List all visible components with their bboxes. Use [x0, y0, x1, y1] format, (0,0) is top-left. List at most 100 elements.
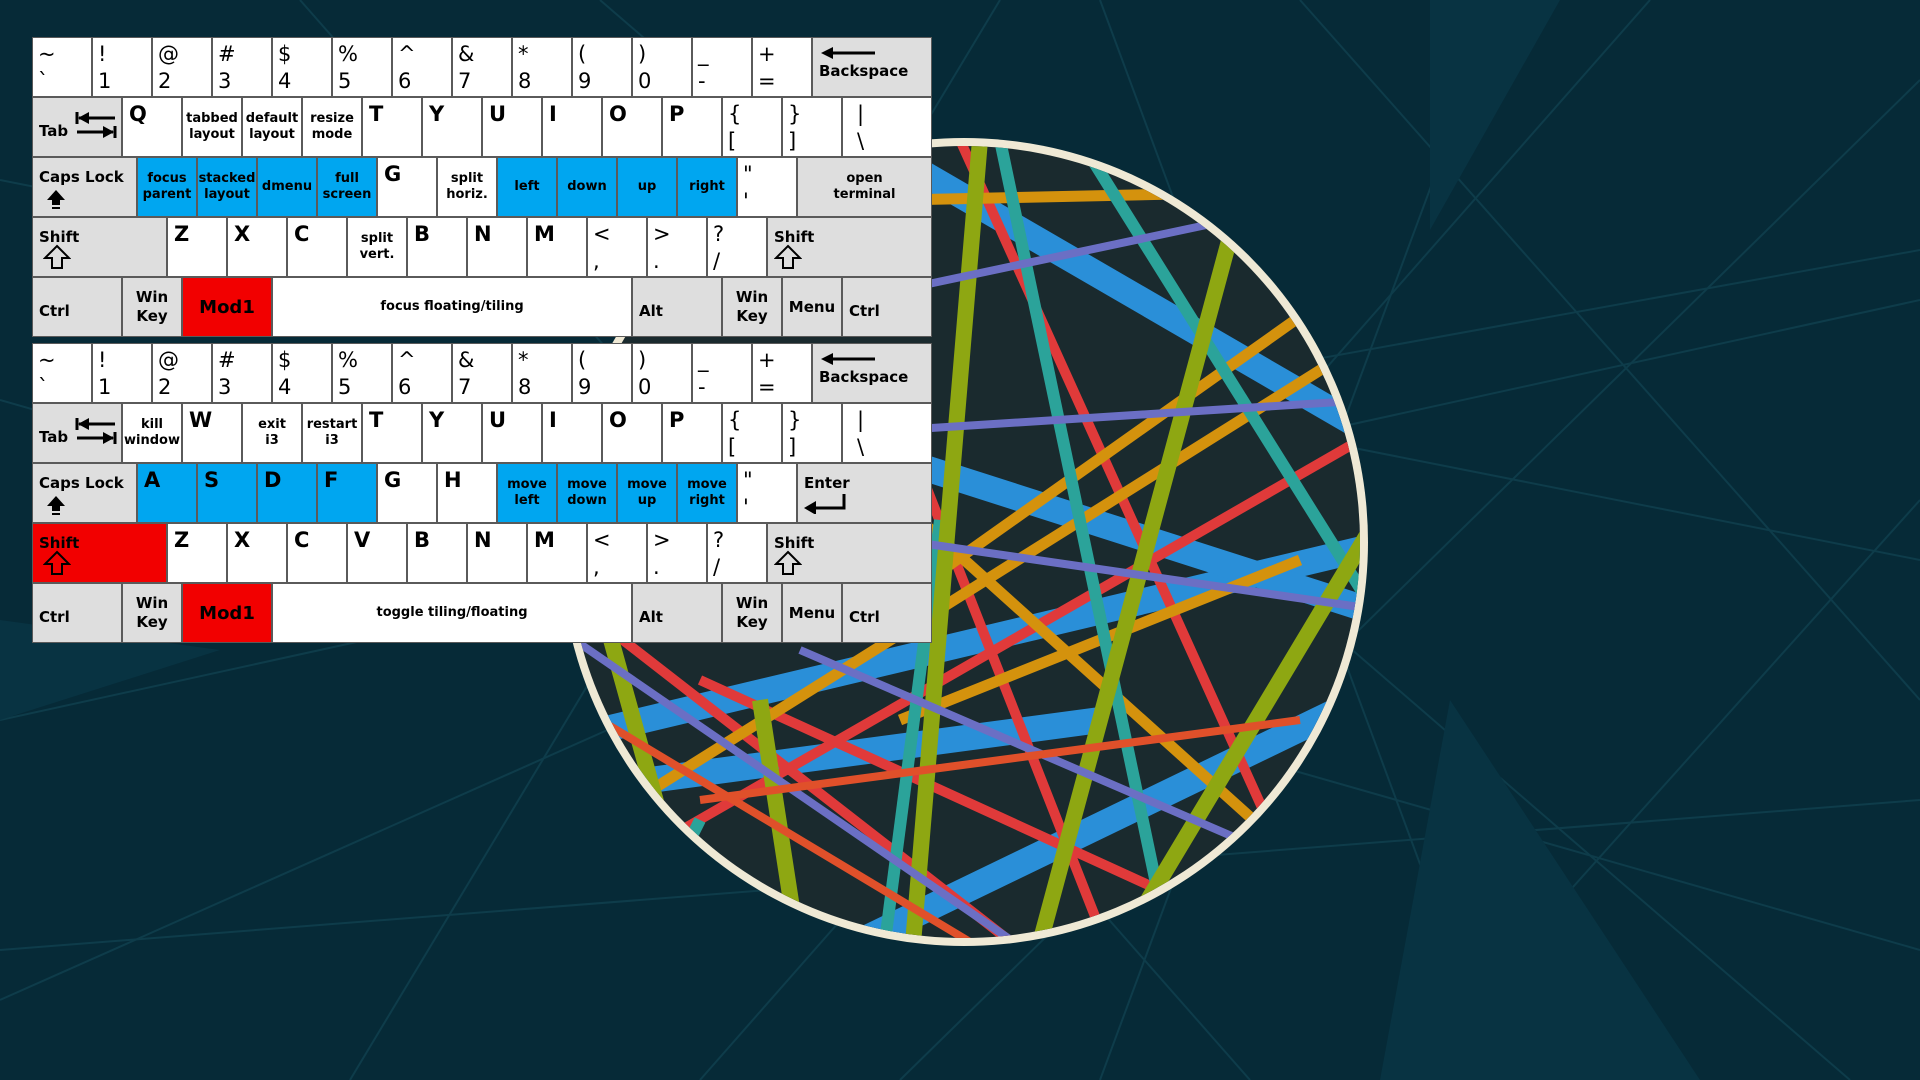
keyboard-layout-mod1: ~ ` ! 1 @2 #3 $4 % 5 ^ 6 & 7 * 8 (9 ) 0 _ - + = B… [32, 37, 932, 337]
key-label: Win Key [135, 288, 169, 325]
key-top-char: * [518, 42, 529, 66]
key-bottom-char: [ [728, 129, 737, 153]
key-bottom-char: 6 [398, 69, 412, 93]
key-letter: Q [129, 102, 147, 126]
key-left-win: Win Key [122, 277, 182, 337]
key-bottom-char: 4 [278, 375, 292, 399]
key-p: P [662, 403, 722, 463]
backspace-arrow-icon [821, 47, 875, 59]
key-v-split-vert: split vert. [347, 217, 407, 277]
key-2: @2 [152, 37, 212, 97]
key-bottom-char: 4 [278, 69, 292, 93]
key-top-char: @ [158, 348, 179, 372]
key-letter: M [534, 222, 555, 246]
key-bottom-char: 7 [458, 69, 472, 93]
key-p: P [662, 97, 722, 157]
key-x: X [227, 523, 287, 583]
key-top-char: " [743, 468, 753, 492]
key-bottom-char: = [758, 69, 776, 93]
keyboard-row-number: ~ ` ! 1 @2 #3 $4 % 5 ^ 6 & 7 * 8 (9 ) 0 _ - + = B… [32, 343, 932, 403]
key-label: Alt [639, 302, 663, 320]
key-letter: P [669, 102, 685, 126]
key-right-shift: Shift [767, 523, 932, 583]
keyboard-row-home: Caps Lock A S D F G H move left move dow… [32, 463, 932, 523]
key-u: U [482, 403, 542, 463]
key-y: Y [422, 403, 482, 463]
key-action-label: tabbed layout [186, 111, 238, 142]
key-bottom-char: 8 [518, 69, 532, 93]
key-equals: + = [752, 343, 812, 403]
key-space-focus-floating-tiling: focus floating/tiling [272, 277, 632, 337]
key-0: ) 0 [632, 37, 692, 97]
key-top-char: < [593, 222, 611, 246]
key-action-label: left [514, 179, 540, 194]
key-bottom-char: ' [743, 189, 749, 213]
key-7: & 7 [452, 343, 512, 403]
key-e-default-layout: default layout [242, 97, 302, 157]
key-h-split-horiz: split horiz. [437, 157, 497, 217]
key-top-char: & [458, 42, 475, 66]
key-letter: G [384, 468, 402, 492]
wallpaper-shade-1 [1430, 0, 1560, 230]
key-label: Tab [39, 428, 69, 446]
key-action-label: up [637, 179, 657, 194]
key-letter: I [549, 408, 557, 432]
key-action-label: right [689, 179, 725, 194]
key-action-label: kill window [124, 417, 180, 448]
shift-arrow-icon [43, 550, 71, 575]
key-e-exit-i3: exit i3 [242, 403, 302, 463]
key-top-char: | [857, 408, 865, 432]
key-letter: B [414, 222, 431, 246]
key-6: ^ 6 [392, 343, 452, 403]
key-enter: Enter [797, 463, 932, 523]
key-label: Menu [788, 297, 836, 316]
key-top-char: ~ [38, 348, 56, 372]
key-bottom-char: ` [38, 69, 49, 93]
key-top-char: $ [278, 42, 292, 66]
key-label: Mod1 [199, 602, 255, 624]
key-label: Alt [639, 608, 663, 626]
shift-arrow-icon [43, 244, 71, 269]
key-bottom-char: 3 [218, 375, 232, 399]
key-menu: Menu [782, 277, 842, 337]
key-bottom-char: 2 [158, 375, 172, 399]
key-caps-lock: Caps Lock [32, 463, 137, 523]
key-comma: <, [587, 217, 647, 277]
key-n: N [467, 523, 527, 583]
key-label: Menu [788, 603, 836, 622]
key-top-char: % [338, 42, 358, 66]
key-7: & 7 [452, 37, 512, 97]
key-label: Ctrl [849, 302, 880, 320]
caps-lock-icon [47, 190, 65, 209]
key-q-kill-window: kill window [122, 403, 182, 463]
key-top-char: ? [713, 528, 725, 552]
key-u: U [482, 97, 542, 157]
key-letter: H [444, 468, 462, 492]
key-top-char: % [338, 348, 358, 372]
key-j-move-left: move left [497, 463, 557, 523]
tab-arrows-icon [75, 112, 117, 138]
shift-arrow-icon [774, 550, 802, 575]
enter-arrow-icon [804, 494, 846, 514]
key-top-char: ) [638, 42, 647, 66]
key-j-left: left [497, 157, 557, 217]
key-backspace: Backspace [812, 343, 932, 403]
key-label: Backspace [819, 368, 909, 386]
key-n: N [467, 217, 527, 277]
key-action-label: move left [507, 477, 547, 508]
key-b: B [407, 523, 467, 583]
key-right-bracket: }] [782, 97, 842, 157]
key-top-char: ! [98, 348, 107, 372]
key-top-char: # [218, 348, 236, 372]
key-bottom-char: = [758, 375, 776, 399]
key-minus: _ - [692, 37, 752, 97]
key-action-label: split vert. [359, 231, 395, 262]
key-tab: Tab [32, 97, 122, 157]
key-label: Caps Lock [39, 474, 124, 492]
key-bottom-char: ` [38, 375, 49, 399]
key-z: Z [167, 217, 227, 277]
key-o: O [602, 97, 662, 157]
key-bottom-char: ] [788, 435, 797, 459]
keyboard-row-qwerty: Tab kill window W exit i3 restart i3 T Y… [32, 403, 932, 463]
key-i: I [542, 97, 602, 157]
